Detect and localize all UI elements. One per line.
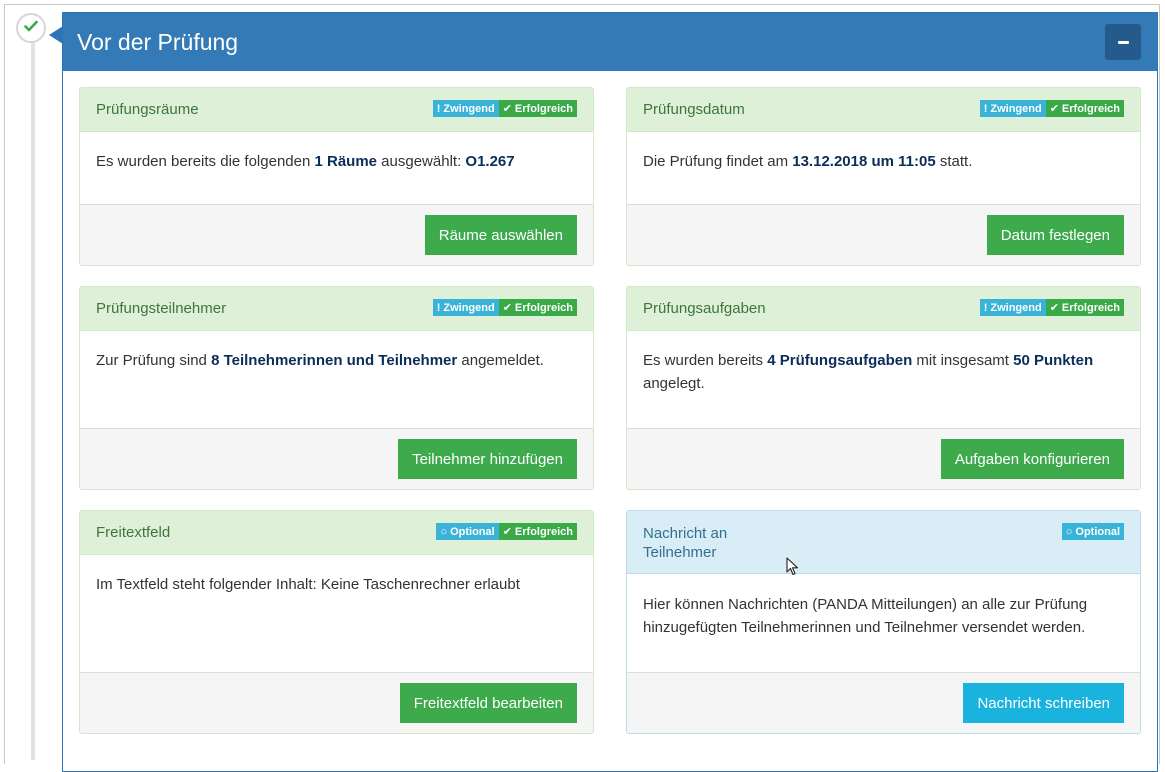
card-header: Nachricht an Teilnehmer ○ Optional [627,511,1140,574]
required-badge: ! Zwingend [432,100,499,117]
card-text: Hier können Nachrichten (PANDA Mitteilun… [643,596,1088,636]
section-title: Vor der Prüfung [77,28,239,55]
success-badge: ✔ Erfolgreich [1045,100,1124,117]
required-badge: ! Zwingend [979,100,1046,117]
card-text: Im Textfeld steht folgender Inhalt: Kein… [96,576,520,593]
exclamation-icon: ! [436,301,441,314]
card-text: Es wurden bereits 4 Prüfungsaufgaben mit… [643,352,1094,392]
check-circle-icon: ✔ [502,526,512,538]
card-title: Prüfungsaufgaben [643,300,766,317]
card-tasks: Prüfungsaufgaben ! Zwingend ✔ Erfolgreich … [626,286,1141,490]
card-title: Freitextfeld [96,524,171,541]
card-header: Prüfungsräume ! Zwingend ✔ Erfolgreich [80,88,593,132]
card-footer: Freitextfeld bearbeiten [80,672,593,733]
minus-icon [1117,40,1129,44]
write-message-button[interactable]: Nachricht schreiben [963,683,1124,723]
check-circle-icon: ✔ [1049,302,1059,314]
collapse-button[interactable] [1105,24,1141,60]
set-date-button[interactable]: Datum festlegen [986,215,1124,255]
card-freetext: Freitextfeld ○ Optional ✔ Erfolgreich Im T… [79,510,594,734]
edit-freetext-button[interactable]: Freitextfeld bearbeiten [399,683,577,723]
card-text: Zur Prüfung sind 8 Teilnehmerinnen und T… [96,352,544,369]
exclamation-icon: ! [436,102,441,115]
badge-group: ! Zwingend ✔ Erfolgreich [979,299,1124,316]
card-footer: Datum festlegen [627,204,1140,265]
timeline-step-status [16,13,46,43]
mouse-pointer-icon [786,557,800,577]
card-rooms: Prüfungsräume ! Zwingend ✔ Erfolgreich Es … [79,87,594,266]
card-date: Prüfungsdatum ! Zwingend ✔ Erfolgreich Die… [626,87,1141,266]
card-participants: Prüfungsteilnehmer ! Zwingend ✔ Erfolgreic… [79,286,594,490]
add-participants-button[interactable]: Teilnehmer hinzufügen [398,439,577,479]
circle-icon: ○ [1065,525,1073,538]
optional-badge: ○ Optional [1061,523,1124,540]
success-badge: ✔ Erfolgreich [498,100,577,117]
success-badge: ✔ Erfolgreich [1045,299,1124,316]
check-circle-icon: ✔ [1049,103,1059,115]
badge-group: ○ Optional ✔ Erfolgreich [436,523,577,540]
success-badge: ✔ Erfolgreich [498,523,577,540]
card-message: Nachricht an Teilnehmer ○ Optional Hier k… [626,510,1141,734]
card-text: Es wurden bereits die folgenden 1 Räume … [96,153,515,170]
section-header: Vor der Prüfung [63,13,1157,71]
card-title: Prüfungsräume [96,101,199,118]
card-header: Prüfungsaufgaben ! Zwingend ✔ Erfolgreich [627,287,1140,331]
card-title: Prüfungsteilnehmer [96,300,227,317]
optional-badge: ○ Optional [436,523,499,540]
section-panel: Vor der Prüfung Prüfungsräume ! Zwingend … [62,12,1158,772]
exclamation-icon: ! [983,102,988,115]
card-footer: Teilnehmer hinzufügen [80,428,593,489]
badge-group: ! Zwingend ✔ Erfolgreich [979,100,1124,117]
success-badge: ✔ Erfolgreich [498,299,577,316]
timeline-line [31,40,35,760]
required-badge: ! Zwingend [979,299,1046,316]
badge-group: ○ Optional [1061,523,1124,540]
badge-group: ! Zwingend ✔ Erfolgreich [432,299,577,316]
card-footer: Räume auswählen [80,204,593,265]
card-header: Prüfungsteilnehmer ! Zwingend ✔ Erfolgreic… [80,287,593,331]
card-footer: Nachricht schreiben [627,672,1140,733]
circle-icon: ○ [440,525,448,538]
check-circle-icon: ✔ [502,103,512,115]
select-rooms-button[interactable]: Räume auswählen [424,215,577,255]
card-text: Die Prüfung findet am 13.12.2018 um 11:0… [643,153,973,170]
check-icon [24,19,38,37]
check-circle-icon: ✔ [502,302,512,314]
card-header: Prüfungsdatum ! Zwingend ✔ Erfolgreich [627,88,1140,132]
card-title: Nachricht an Teilnehmer [643,525,728,561]
card-header: Freitextfeld ○ Optional ✔ Erfolgreich [80,511,593,555]
badge-group: ! Zwingend ✔ Erfolgreich [432,100,577,117]
configure-tasks-button[interactable]: Aufgaben konfigurieren [940,439,1124,479]
timeline-pointer [49,26,63,44]
exclamation-icon: ! [983,301,988,314]
card-footer: Aufgaben konfigurieren [627,428,1140,489]
required-badge: ! Zwingend [432,299,499,316]
card-title: Prüfungsdatum [643,101,745,118]
